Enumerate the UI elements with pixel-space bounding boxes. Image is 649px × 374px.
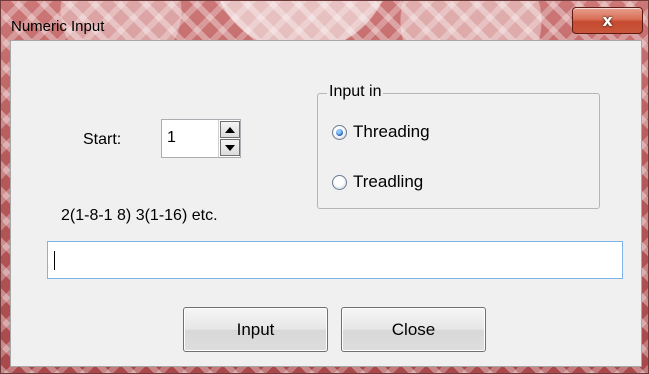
input-button[interactable]: Input — [183, 307, 328, 352]
spin-down-button[interactable] — [220, 139, 240, 156]
format-hint: 2(1-8-1 8) 3(1-16) etc. — [61, 207, 218, 224]
close-window-button[interactable]: x — [572, 7, 643, 34]
spinner-buttons — [218, 120, 240, 157]
radio-threading[interactable]: Threading — [332, 122, 430, 142]
radio-icon[interactable] — [332, 124, 347, 140]
spin-up-button[interactable] — [220, 121, 240, 138]
dialog-body: Start: 1 Input in Threading Treadling 2(… — [10, 40, 642, 367]
start-spinner[interactable]: 1 — [161, 119, 241, 158]
radio-icon[interactable] — [332, 174, 347, 190]
input-in-group: Input in Threading Treadling — [317, 83, 600, 209]
close-icon: x — [602, 11, 613, 30]
start-label: Start: — [83, 131, 122, 148]
spin-down-icon — [225, 144, 235, 151]
sequence-input[interactable] — [47, 241, 623, 279]
radio-treadling-label[interactable]: Treadling — [353, 172, 423, 192]
spin-up-icon — [225, 126, 235, 133]
start-value[interactable]: 1 — [167, 129, 176, 147]
radio-treadling[interactable]: Treadling — [332, 172, 423, 192]
input-in-title: Input in — [327, 83, 384, 101]
radio-threading-label[interactable]: Threading — [353, 122, 430, 142]
window-title: Numeric Input — [11, 18, 105, 35]
numeric-input-window: Numeric Input x Start: 1 Input in Thread… — [0, 0, 649, 374]
text-caret — [54, 251, 55, 270]
close-button[interactable]: Close — [341, 307, 486, 352]
